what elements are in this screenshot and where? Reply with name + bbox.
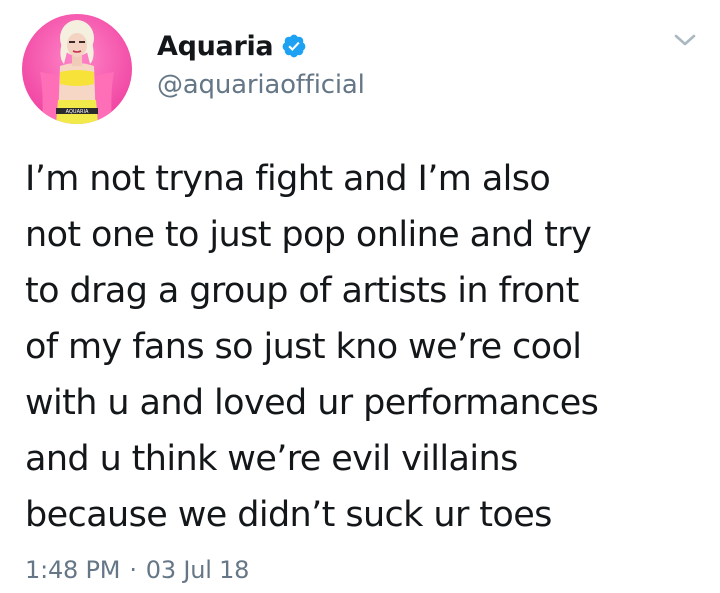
avatar-image: AQUARIA [22, 14, 132, 124]
tweet-card: AQUARIA Aquaria @aquariaofficial I’m not… [0, 0, 720, 593]
chevron-down-icon[interactable] [672, 30, 698, 50]
verified-badge-icon [281, 33, 307, 59]
tweet-text-line: because we didn’t suck ur toes [25, 495, 552, 535]
tweet-text-line: and u think we’re evil villains [25, 439, 518, 479]
avatar[interactable]: AQUARIA [22, 14, 132, 124]
tweet-text: I’m not tryna fight and I’m also not one… [25, 151, 705, 543]
svg-text:AQUARIA: AQUARIA [66, 109, 89, 115]
author-name-row[interactable]: Aquaria [157, 26, 307, 66]
tweet-text-line: not one to just pop online and try [25, 215, 592, 255]
display-name[interactable]: Aquaria [157, 31, 274, 62]
timestamp-separator: · [129, 556, 137, 584]
tweet-text-line: to drag a group of artists in front [25, 271, 579, 311]
tweet-text-line: with u and loved ur performances [25, 383, 599, 423]
author-handle[interactable]: @aquariaofficial [157, 70, 365, 100]
tweet-timestamp[interactable]: 1:48 PM · 03 Jul 18 [25, 556, 249, 584]
tweet-date: 03 Jul 18 [145, 556, 250, 584]
tweet-text-line: of my fans so just kno we’re cool [25, 327, 582, 367]
tweet-time: 1:48 PM [25, 556, 121, 584]
tweet-text-line: I’m not tryna fight and I’m also [25, 159, 551, 199]
